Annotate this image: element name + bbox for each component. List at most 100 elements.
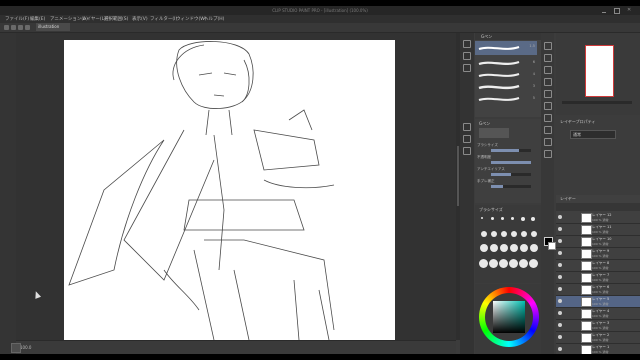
menu-filter[interactable]: フィルター(I): [150, 16, 177, 22]
menu-file[interactable]: ファイル(F): [5, 16, 29, 22]
size-dot[interactable]: [481, 217, 483, 219]
move-icon[interactable]: [544, 42, 552, 50]
brush-icon[interactable]: [463, 135, 471, 143]
size-dot[interactable]: [531, 231, 537, 237]
eye-icon[interactable]: [558, 215, 562, 219]
navigator-zoom-slider[interactable]: [562, 101, 632, 104]
new-icon[interactable]: [4, 25, 9, 30]
size-dot[interactable]: [519, 259, 528, 268]
canvas-area[interactable]: [16, 33, 456, 340]
layer-row[interactable]: レイヤー 6 100 % 通常: [556, 284, 640, 296]
eye-icon[interactable]: [558, 323, 562, 327]
size-dot[interactable]: [489, 259, 498, 268]
eye-icon[interactable]: [558, 347, 562, 351]
zoom-readout[interactable]: 100.0: [20, 345, 31, 350]
save-icon[interactable]: [18, 25, 23, 30]
canvas-scrollbar-thumb[interactable]: [457, 146, 459, 206]
open-icon[interactable]: [11, 25, 16, 30]
frame-icon[interactable]: [544, 150, 552, 158]
layer-row[interactable]: レイヤー 4 100 % 通常: [556, 308, 640, 320]
select-icon[interactable]: [544, 54, 552, 62]
menu-view[interactable]: 表示(V): [132, 16, 148, 22]
navigator-thumbnail[interactable]: [585, 45, 614, 97]
lasso-icon[interactable]: [544, 66, 552, 74]
size-dot[interactable]: [479, 259, 488, 268]
size-dot[interactable]: [481, 231, 487, 237]
layer-row[interactable]: レイヤー 10 100 % 通常: [556, 236, 640, 248]
brush-item[interactable]: 6: [477, 57, 537, 68]
drawing-canvas[interactable]: [64, 40, 395, 340]
eye-icon[interactable]: [558, 275, 562, 279]
eye-icon[interactable]: [558, 251, 562, 255]
menu-help[interactable]: ヘルプ(H): [204, 16, 224, 22]
eye-icon[interactable]: [558, 239, 562, 243]
close-icon[interactable]: ✕: [627, 8, 631, 13]
size-dot[interactable]: [490, 244, 498, 252]
background-color-swatch[interactable]: [548, 242, 556, 250]
size-dot[interactable]: [491, 217, 494, 220]
document-tab[interactable]: illustration: [36, 23, 70, 31]
layer-row[interactable]: レイヤー 9 100 % 通常: [556, 248, 640, 260]
size-dot[interactable]: [521, 231, 527, 237]
size-dot[interactable]: [529, 259, 538, 268]
antialias-slider[interactable]: [491, 173, 531, 176]
menu-window[interactable]: ウィンドウ(W): [176, 16, 206, 22]
layer-row[interactable]: レイヤー 5 100 % 通常: [556, 296, 640, 308]
brush-item[interactable]: 3: [477, 81, 537, 92]
fill-icon[interactable]: [544, 102, 552, 110]
size-dot[interactable]: [499, 259, 508, 268]
pen-icon[interactable]: [544, 78, 552, 86]
navigator-toggle-icon[interactable]: [11, 343, 21, 353]
menu-layer[interactable]: レイヤー(L): [82, 16, 106, 22]
size-dot[interactable]: [491, 231, 497, 237]
eye-icon[interactable]: [558, 263, 562, 267]
layer-row[interactable]: レイヤー 11 100 % 通常: [556, 224, 640, 236]
undo-icon[interactable]: [25, 25, 30, 30]
eraser-icon[interactable]: [544, 90, 552, 98]
stabilization-slider[interactable]: [491, 185, 531, 188]
hue-ring[interactable]: [479, 287, 539, 347]
layer-row[interactable]: レイヤー 7 100 % 通常: [556, 272, 640, 284]
size-dot[interactable]: [511, 231, 517, 237]
pencil-icon[interactable]: [463, 123, 471, 131]
layer-row[interactable]: レイヤー 3 100 % 通常: [556, 320, 640, 332]
opacity-slider[interactable]: [491, 161, 531, 164]
size-dot[interactable]: [520, 244, 528, 252]
search-icon[interactable]: [463, 40, 471, 48]
size-dot[interactable]: [510, 244, 518, 252]
layer-row[interactable]: レイヤー 2 100 % 通常: [556, 332, 640, 344]
airbrush-icon[interactable]: [463, 147, 471, 155]
size-dot[interactable]: [511, 217, 514, 220]
brush-item-selected[interactable]: 1.5: [475, 41, 537, 55]
size-dot[interactable]: [521, 217, 525, 221]
blend-mode-select[interactable]: 通常: [570, 130, 616, 139]
minimize-icon[interactable]: [602, 8, 606, 13]
eye-icon[interactable]: [558, 311, 562, 315]
size-dot[interactable]: [501, 217, 504, 220]
saturation-value-square[interactable]: [493, 301, 525, 333]
eye-icon[interactable]: [558, 299, 562, 303]
layer-row[interactable]: レイヤー 12 100 % 通常: [556, 212, 640, 224]
eye-icon[interactable]: [558, 287, 562, 291]
maximize-icon[interactable]: [614, 8, 620, 14]
menu-edit[interactable]: 編集(E): [30, 16, 45, 22]
layer-row[interactable]: レイヤー 8 100 % 通常: [556, 260, 640, 272]
size-dot[interactable]: [480, 244, 488, 252]
size-dot[interactable]: [509, 259, 518, 268]
brush-item[interactable]: 5: [477, 93, 537, 104]
size-dot[interactable]: [500, 244, 508, 252]
size-dot[interactable]: [501, 231, 507, 237]
brush-item[interactable]: 4: [477, 69, 537, 80]
brush-size-slider[interactable]: [491, 149, 531, 152]
layer-row[interactable]: レイヤー 1 100 % 通常: [556, 344, 640, 354]
eye-icon[interactable]: [558, 227, 562, 231]
ruler-icon[interactable]: [544, 138, 552, 146]
size-dot[interactable]: [531, 217, 535, 221]
text-icon[interactable]: [544, 126, 552, 134]
menu-selection[interactable]: 選択範囲(S): [104, 16, 128, 22]
pen-icon[interactable]: [463, 64, 471, 72]
eyedropper-icon[interactable]: [544, 114, 552, 122]
size-dot[interactable]: [530, 244, 538, 252]
hand-icon[interactable]: [463, 52, 471, 60]
eye-icon[interactable]: [558, 335, 562, 339]
